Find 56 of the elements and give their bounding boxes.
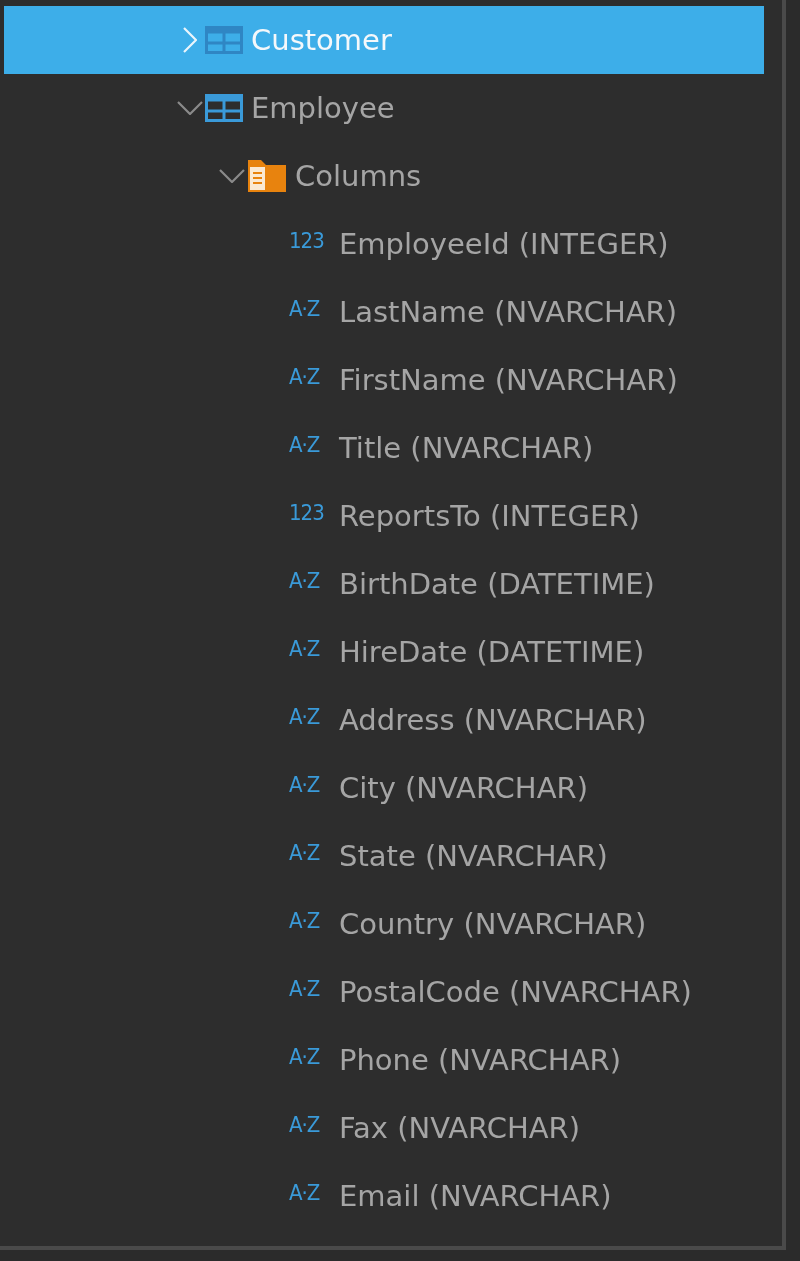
tree-item[interactable]: A·Z HireDate (DATETIME) (4, 618, 764, 686)
folder-icon (247, 159, 287, 193)
tree-item-label: State (NVARCHAR) (339, 839, 608, 873)
tree-item[interactable]: 123 EmployeeId (INTEGER) (4, 210, 764, 278)
tree-item[interactable]: A·Z BirthDate (DATETIME) (4, 550, 764, 618)
tree-item-label: Address (NVARCHAR) (339, 703, 647, 737)
tree-item[interactable]: A·Z LastName (NVARCHAR) (4, 278, 764, 346)
tree-item-label: EmployeeId (INTEGER) (339, 227, 669, 261)
tree-item-label: Phone (NVARCHAR) (339, 1043, 621, 1077)
column-type-icon: A·Z (289, 567, 331, 593)
tree-item-label: HireDate (DATETIME) (339, 635, 645, 669)
tree-item-label: Employee (251, 91, 395, 125)
column-type-icon: A·Z (289, 907, 331, 933)
column-type-icon: A·Z (289, 1179, 331, 1205)
tree-item[interactable]: A·Z City (NVARCHAR) (4, 754, 764, 822)
column-type-icon: A·Z (289, 1111, 331, 1137)
tree-item[interactable]: A·Z State (NVARCHAR) (4, 822, 764, 890)
column-type-icon: A·Z (289, 771, 331, 797)
chevron-down-icon[interactable] (177, 101, 203, 115)
column-type-icon: 123 (289, 227, 331, 253)
tree-item[interactable]: A·Z Email (NVARCHAR) (4, 1162, 764, 1230)
column-type-icon: A·Z (289, 1043, 331, 1069)
tree-item-label: Columns (295, 159, 422, 193)
tree-item[interactable]: A·Z Phone (NVARCHAR) (4, 1026, 764, 1094)
table-icon (205, 26, 243, 54)
tree-item[interactable]: Employee (4, 74, 764, 142)
column-type-icon: A·Z (289, 839, 331, 865)
tree-item[interactable]: A·Z FirstName (NVARCHAR) (4, 346, 764, 414)
tree-item[interactable]: A·Z PostalCode (NVARCHAR) (4, 958, 764, 1026)
column-type-icon: A·Z (289, 703, 331, 729)
tree-item-label: ReportsTo (INTEGER) (339, 499, 640, 533)
column-type-icon: A·Z (289, 975, 331, 1001)
tree-item[interactable]: A·Z Address (NVARCHAR) (4, 686, 764, 754)
tree-item[interactable]: A·Z Fax (NVARCHAR) (4, 1094, 764, 1162)
tree-item-label: LastName (NVARCHAR) (339, 295, 678, 329)
column-type-icon: 123 (289, 499, 331, 525)
tree-item-label: Country (NVARCHAR) (339, 907, 647, 941)
tree-item-label: City (NVARCHAR) (339, 771, 588, 805)
tree-item-label: Customer (251, 23, 392, 57)
tree-item[interactable]: A·Z Country (NVARCHAR) (4, 890, 764, 958)
table-icon (205, 94, 243, 122)
column-type-icon: A·Z (289, 295, 331, 321)
chevron-down-icon[interactable] (219, 169, 245, 183)
tree-item[interactable]: 123 ReportsTo (INTEGER) (4, 482, 764, 550)
tree-item[interactable]: Columns (4, 142, 764, 210)
tree-item-label: Fax (NVARCHAR) (339, 1111, 581, 1145)
tree-item-label: BirthDate (DATETIME) (339, 567, 655, 601)
tree-item-label: Title (NVARCHAR) (339, 431, 594, 465)
tree-item-label: Email (NVARCHAR) (339, 1179, 612, 1213)
column-type-icon: A·Z (289, 635, 331, 661)
tree-item-label: PostalCode (NVARCHAR) (339, 975, 692, 1009)
column-type-icon: A·Z (289, 431, 331, 457)
tree-item[interactable]: A·Z Title (NVARCHAR) (4, 414, 764, 482)
column-type-icon: A·Z (289, 363, 331, 389)
tree-item-label: FirstName (NVARCHAR) (339, 363, 678, 397)
chevron-right-icon[interactable] (183, 27, 197, 53)
